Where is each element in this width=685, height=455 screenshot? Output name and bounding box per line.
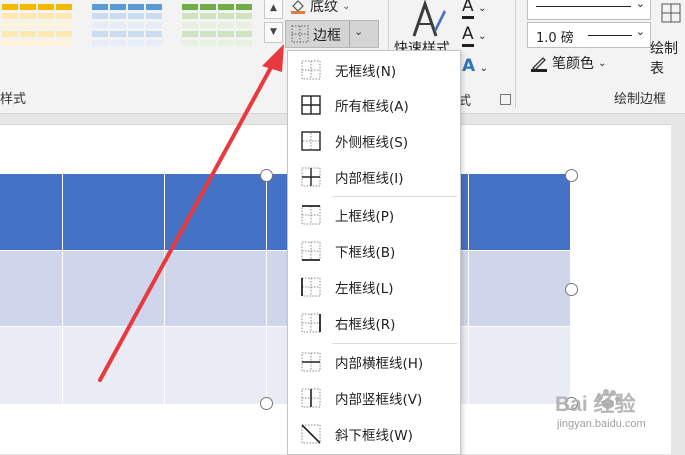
- bottom-border-icon: [301, 241, 321, 261]
- border-dropdown-menu: 无框线(N) 所有框线(A) 外侧框线(S) 内部框线(I) 上框线(P) 下框…: [287, 50, 461, 455]
- no-border-icon: [301, 60, 321, 80]
- right-border-icon: [301, 313, 321, 333]
- diagonal-down-border-icon: [301, 424, 321, 444]
- inside-vertical-border-icon: [301, 388, 321, 408]
- paw-icon: [597, 389, 621, 409]
- menu-item-diagonal-down-border[interactable]: 斜下框线(W): [288, 417, 460, 451]
- menu-separator: [332, 343, 457, 344]
- menu-item-outside-borders[interactable]: 外侧框线(S): [288, 124, 460, 158]
- watermark-url: jingyan.baidu.com: [557, 418, 646, 430]
- menu-item-inside-horizontal-border[interactable]: 内部横框线(H): [288, 345, 460, 379]
- menu-item-inside-borders[interactable]: 内部框线(I): [288, 160, 460, 194]
- menu-item-no-border[interactable]: 无框线(N): [288, 53, 460, 87]
- menu-item-left-border[interactable]: 左框线(L): [288, 270, 460, 304]
- menu-item-top-border[interactable]: 上框线(P): [288, 198, 460, 232]
- menu-item-bottom-border[interactable]: 下框线(B): [288, 234, 460, 268]
- inside-horizontal-border-icon: [301, 352, 321, 372]
- all-borders-icon: [301, 95, 321, 115]
- baidu-jingyan-watermark: Bai 经验 jingyan.baidu.com: [555, 384, 675, 444]
- outside-borders-icon: [301, 131, 321, 151]
- menu-item-inside-vertical-border[interactable]: 内部竖框线(V): [288, 381, 460, 415]
- menu-separator: [332, 196, 457, 197]
- left-border-icon: [301, 277, 321, 297]
- menu-item-right-border[interactable]: 右框线(R): [288, 306, 460, 340]
- top-border-icon: [301, 205, 321, 225]
- inside-borders-icon: [301, 167, 321, 187]
- menu-item-all-borders[interactable]: 所有框线(A): [288, 88, 460, 122]
